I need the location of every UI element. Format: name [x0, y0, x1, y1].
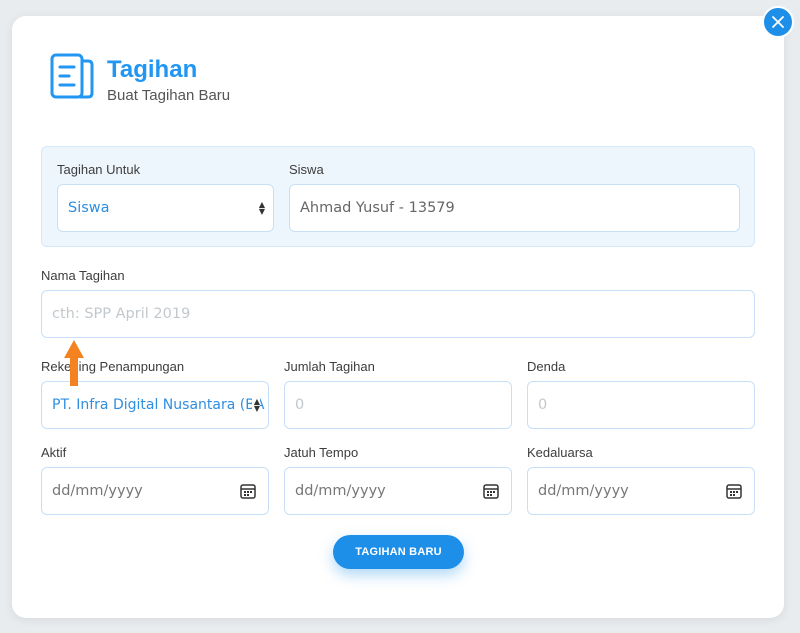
kedaluarsa-placeholder: dd/mm/yyyy: [538, 483, 629, 499]
calendar-icon[interactable]: [726, 483, 742, 499]
denda-label: Denda: [527, 359, 566, 374]
rekening-label: Rekening Penampungan: [41, 359, 185, 374]
close-button[interactable]: [762, 6, 794, 38]
page-title: Tagihan: [107, 56, 198, 83]
siswa-label: Siswa: [289, 162, 324, 177]
jumlah-tagihan-label: Jumlah Tagihan: [284, 359, 375, 374]
aktif-label: Aktif: [41, 445, 67, 460]
tagihan-untuk-select[interactable]: Siswa ▲ ▼: [57, 184, 274, 232]
aktif-date-input[interactable]: dd/mm/yyyy: [41, 467, 269, 515]
jatuh-tempo-placeholder: dd/mm/yyyy: [295, 483, 386, 499]
jumlah-tagihan-placeholder: 0: [295, 397, 305, 413]
kedaluarsa-date-input[interactable]: dd/mm/yyyy: [527, 467, 755, 515]
nama-tagihan-placeholder: cth: SPP April 2019: [52, 306, 191, 322]
jatuh-tempo-label: Jatuh Tempo: [284, 445, 359, 460]
nama-tagihan-input[interactable]: cth: SPP April 2019: [41, 290, 755, 338]
aktif-placeholder: dd/mm/yyyy: [52, 483, 143, 499]
tagihan-untuk-label: Tagihan Untuk: [57, 162, 141, 177]
arrow-up-icon: [64, 340, 84, 386]
denda-placeholder: 0: [538, 397, 548, 413]
denda-input[interactable]: 0: [527, 381, 755, 429]
siswa-value: Ahmad Yusuf - 13579: [300, 200, 455, 216]
tagihan-untuk-value: Siswa: [68, 200, 110, 216]
jatuh-tempo-date-input[interactable]: dd/mm/yyyy: [284, 467, 512, 515]
submit-button[interactable]: TAGIHAN BARU: [333, 535, 464, 569]
close-icon: [772, 16, 784, 28]
calendar-icon[interactable]: [240, 483, 256, 499]
document-icon: [50, 53, 94, 99]
select-arrows-icon: ▲ ▼: [258, 200, 265, 216]
calendar-icon[interactable]: [483, 483, 499, 499]
siswa-input[interactable]: Ahmad Yusuf - 13579: [289, 184, 740, 232]
page-subtitle: Buat Tagihan Baru: [107, 87, 231, 104]
jumlah-tagihan-input[interactable]: 0: [284, 381, 512, 429]
select-arrows-icon: ▲ ▼: [251, 397, 260, 413]
kedaluarsa-label: Kedaluarsa: [527, 445, 593, 460]
nama-tagihan-label: Nama Tagihan: [41, 268, 125, 283]
rekening-select[interactable]: PT. Infra Digital Nusantara (BA ▲ ▼: [41, 381, 269, 429]
rekening-value: PT. Infra Digital Nusantara (BA: [52, 397, 265, 413]
